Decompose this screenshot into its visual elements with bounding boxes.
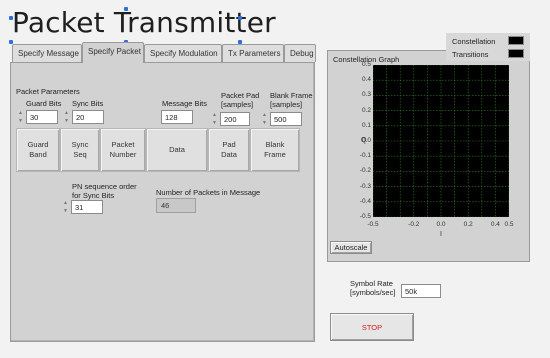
x-tick-label: 0.2	[463, 221, 473, 228]
guard-bits-input[interactable]: 30	[26, 110, 58, 124]
block-text: Sync	[71, 140, 89, 149]
tab-tx-parameters[interactable]: Tx Parameters	[222, 44, 284, 62]
blank-frame-label: Blank Frame	[270, 91, 313, 100]
block-text: Frame	[264, 150, 286, 159]
block-text: Band	[29, 150, 47, 159]
legend-constellation-swatch[interactable]	[508, 36, 524, 45]
y-tick-label: -0.4	[359, 197, 371, 205]
sync-bits-control[interactable]: ▲ ▼ 20	[64, 110, 104, 124]
x-tick-label: -0.2	[408, 221, 420, 228]
spin-arrows-icon[interactable]: ▲ ▼	[64, 110, 71, 124]
y-tick-label: 0.5	[361, 61, 371, 68]
x-axis-label: I	[440, 231, 442, 238]
message-bits-control[interactable]: 128	[153, 110, 193, 124]
tab-specify-modulation[interactable]: Specify Modulation	[144, 44, 222, 62]
guard-bits-label: Guard Bits	[26, 99, 62, 108]
legend-transitions-swatch[interactable]	[508, 49, 524, 58]
y-axis-label: Q	[361, 137, 367, 144]
packet-pad-label: Packet Pad	[221, 91, 260, 100]
blank-frame-block: Blank Frame	[250, 128, 300, 172]
message-bits-label: Message Bits	[162, 99, 208, 108]
block-text: Data	[169, 145, 185, 154]
message-bits-input[interactable]: 128	[161, 110, 193, 124]
x-tick-label: 0.5	[504, 221, 514, 228]
sync-bits-label: Sync Bits	[72, 99, 104, 108]
block-text: Pad	[222, 140, 236, 149]
pn-sequence-label-2: for Sync Bits	[72, 191, 115, 200]
y-tick-label: 0.2	[361, 106, 371, 114]
block-text: Seq	[73, 150, 87, 159]
x-tick-label: 0.0	[436, 221, 446, 228]
constellation-plot-area[interactable]	[373, 65, 509, 217]
packet-pad-control[interactable]: ▲ ▼ 200	[212, 112, 250, 126]
spin-arrows-icon[interactable]: ▲ ▼	[18, 110, 25, 124]
spin-arrows-icon[interactable]	[153, 110, 160, 124]
num-packets-indicator: 46	[156, 198, 196, 213]
y-tick-label: -0.3	[359, 182, 371, 190]
block-text: Blank	[265, 140, 285, 149]
y-tick-label: -0.1	[359, 152, 371, 160]
symbol-rate-unit-label: [symbols/sec]	[350, 288, 396, 297]
y-tick-label: -0.2	[359, 167, 371, 175]
block-text: Data	[221, 150, 237, 159]
autoscale-button[interactable]: Autoscale	[330, 241, 372, 254]
spin-arrows-icon[interactable]: ▲ ▼	[63, 200, 70, 214]
stop-button[interactable]: STOP	[330, 313, 414, 341]
data-block: Data	[146, 128, 208, 172]
x-tick-label: 0.4	[490, 221, 500, 228]
sync-bits-input[interactable]: 20	[72, 110, 104, 124]
app-title: Packet Transmitter	[12, 6, 276, 39]
symbol-rate-input[interactable]: 50k	[401, 284, 441, 298]
selection-handle[interactable]	[124, 7, 128, 11]
y-tick-label: 0.3	[361, 91, 371, 99]
blank-frame-unit-label: [samples]	[270, 100, 303, 109]
y-tick-label: 0.1	[361, 121, 371, 129]
legend-constellation-label: Constellation	[452, 37, 496, 46]
legend-transitions-label: Transitions	[452, 50, 489, 59]
x-tick-label: -0.5	[367, 221, 379, 228]
tab-specify-message[interactable]: Specify Message	[12, 44, 82, 62]
tab-specify-packet[interactable]: Specify Packet	[82, 42, 144, 63]
y-tick-label: 0.4	[361, 76, 371, 84]
guard-band-block: Guard Band	[16, 128, 60, 172]
spin-arrows-icon[interactable]: ▲ ▼	[262, 112, 269, 126]
block-text: Packet	[111, 140, 135, 149]
pn-sequence-input[interactable]: 31	[71, 200, 103, 214]
pn-sequence-control[interactable]: ▲ ▼ 31	[63, 200, 103, 214]
selection-handle[interactable]	[238, 16, 242, 20]
block-text: Number	[109, 150, 137, 159]
packet-parameters-label: Packet Parameters	[16, 87, 80, 96]
packet-number-block: Packet Number	[100, 128, 146, 172]
tab-debug[interactable]: Debug	[284, 44, 316, 62]
guard-bits-control[interactable]: ▲ ▼ 30	[18, 110, 58, 124]
blank-frame-control[interactable]: ▲ ▼ 500	[262, 112, 302, 126]
packet-pad-unit-label: [samples]	[221, 100, 254, 109]
y-tick-label: -0.5	[359, 213, 371, 220]
selection-handle[interactable]	[9, 16, 13, 20]
pn-sequence-label: PN sequence order	[72, 182, 137, 191]
packet-pad-input[interactable]: 200	[220, 112, 250, 126]
sync-seq-block: Sync Seq	[60, 128, 100, 172]
num-packets-label: Number of Packets in Message	[156, 188, 261, 197]
blank-frame-input[interactable]: 500	[270, 112, 302, 126]
block-text: Guard	[27, 140, 49, 149]
pad-data-block: Pad Data	[208, 128, 250, 172]
symbol-rate-label: Symbol Rate	[350, 279, 393, 288]
spin-arrows-icon[interactable]: ▲ ▼	[212, 112, 219, 126]
